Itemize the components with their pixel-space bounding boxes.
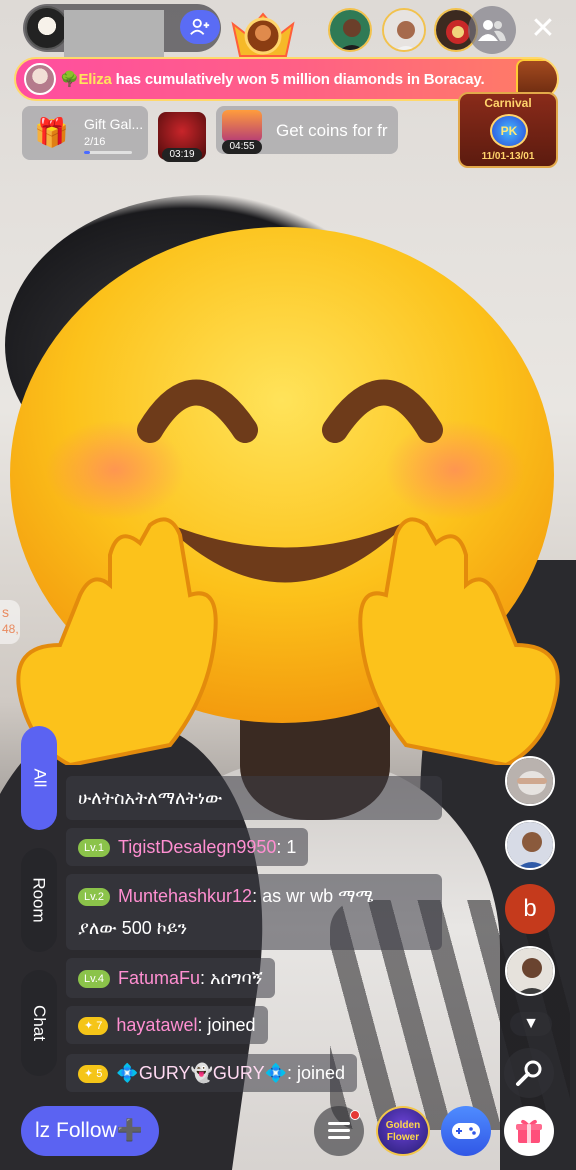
level-badge: Lv.2 — [78, 888, 110, 907]
mic-seat-avatar-1[interactable] — [505, 756, 555, 806]
host-name-redacted — [64, 10, 164, 58]
chat-message[interactable]: Lv.1 TigistDesalegn9950: 1 — [66, 828, 309, 866]
gift-gallery-count: 2/16 — [84, 136, 106, 148]
get-coins-text: Get coins for fr — [276, 121, 388, 140]
game-controller-button[interactable] — [441, 1106, 491, 1156]
chat-username[interactable]: TigistDesalegn9950 — [118, 837, 276, 857]
gift-gallery-title: Gift Gal... — [84, 116, 144, 132]
banner-avatar — [24, 63, 56, 95]
pk-badge-icon: PK — [490, 114, 528, 148]
vip-level-badge: ✦ 7 — [78, 1017, 109, 1036]
microphone-icon — [516, 1060, 542, 1086]
chat-message[interactable]: Lv.2 Muntehashkur12: as wr wb ማሜ ያለው 500 … — [66, 874, 442, 950]
add-person-icon — [190, 18, 210, 35]
chat-username[interactable]: Muntehashkur12 — [118, 886, 252, 906]
carnival-dates: 11/01-13/01 — [481, 151, 535, 162]
notification-dot — [350, 1110, 360, 1120]
menu-button[interactable] — [314, 1106, 364, 1156]
level-badge: Lv.4 — [78, 970, 110, 989]
viewer-avatar-2[interactable] — [382, 8, 426, 52]
mic-seat-avatar-3[interactable] — [505, 946, 555, 996]
chat-username[interactable]: 💠GURY👻GURY💠 — [116, 1063, 287, 1083]
viewer-avatar-1[interactable] — [328, 8, 372, 52]
gift-icon — [516, 1119, 542, 1143]
menu-icon — [328, 1122, 350, 1139]
gift-gallery-progress-fill — [84, 151, 90, 154]
banner-username: Eliza — [78, 71, 112, 88]
tree-icon: 🌳 — [60, 71, 79, 88]
chat-message-text: : joined — [197, 1015, 256, 1035]
follow-button[interactable]: lz Follow➕ — [21, 1106, 159, 1156]
chat-message-text-line2: ያለው 500 ኮይን — [78, 918, 188, 938]
host-avatar[interactable] — [25, 6, 69, 50]
gamepad-icon — [452, 1123, 480, 1139]
send-gift-button[interactable] — [504, 1106, 554, 1156]
chat-message[interactable]: ✦ 7 hayatawel: joined — [66, 1006, 268, 1044]
golden-label-1: Golden — [385, 1120, 421, 1131]
chat-username[interactable]: FatumaFu — [118, 968, 200, 988]
tab-all[interactable]: All — [21, 726, 57, 830]
get-coins-card[interactable]: 04:55 Get coins for fr — [216, 106, 398, 154]
chat-message-text: : አሰግባኝ — [200, 968, 263, 988]
golden-flower-game-button[interactable]: Golden Flower — [376, 1106, 430, 1156]
vip-level-number: 5 — [96, 1068, 103, 1081]
golden-label-2: Flower — [386, 1132, 420, 1143]
chat-message-text: : as wr wb ማሜ — [252, 886, 374, 906]
microphone-button[interactable] — [504, 1048, 554, 1098]
gift-box-icon: 🎁 — [34, 117, 69, 148]
follow-label: lz Follow — [35, 1119, 117, 1142]
coins-timer: 04:55 — [222, 140, 262, 154]
banner-text: 🌳Eliza has cumulatively won 5 million di… — [60, 70, 485, 88]
plus-icon: ➕ — [116, 1119, 143, 1142]
chat-message[interactable]: Lv.4 FatumaFu: አሰግባኝ — [66, 958, 275, 998]
tab-room-label: Room — [30, 877, 50, 923]
timed-chest-button[interactable]: 03:19 — [158, 112, 206, 162]
level-badge: Lv.1 — [78, 839, 110, 858]
smiling-face-emoji-overlay — [10, 227, 560, 765]
chat-message-text: : joined — [287, 1063, 346, 1083]
chat-message[interactable]: ሁለትስአትለማለትነው — [66, 776, 442, 820]
mic-seat-letter-avatar[interactable]: b — [505, 884, 555, 934]
gift-gallery-progress — [84, 151, 132, 154]
chat-message-text: ሁለትስአትለማለትነው — [78, 788, 223, 808]
viewers-list-button[interactable] — [468, 6, 516, 54]
gift-gallery-card[interactable]: 🎁 Gift Gal... 2/16 — [22, 106, 148, 160]
banner-message: has cumulatively won 5 million diamonds … — [111, 71, 485, 88]
tab-chat[interactable]: Chat — [21, 970, 57, 1076]
carnival-event-card[interactable]: Carnival PK 11/01-13/01 — [458, 92, 558, 168]
carnival-title: Carnival — [484, 96, 532, 110]
chat-message-text: : 1 — [276, 837, 297, 857]
tab-chat-label: Chat — [29, 1005, 49, 1041]
follow-host-button[interactable] — [180, 10, 220, 44]
coins-chest-icon — [222, 110, 262, 142]
timed-chest-timer: 03:19 — [162, 148, 202, 162]
chat-username[interactable]: hayatawel — [116, 1015, 197, 1035]
chevron-down-icon[interactable]: ▼ — [510, 1012, 552, 1036]
mic-seat-avatar-2[interactable] — [505, 820, 555, 870]
vip-level-badge: ✦ 5 — [78, 1065, 109, 1084]
close-icon[interactable]: ✕ — [528, 14, 558, 44]
tab-room[interactable]: Room — [21, 848, 57, 952]
vip-level-number: 7 — [96, 1020, 103, 1033]
chat-message[interactable]: ✦ 5 💠GURY👻GURY💠: joined — [66, 1054, 358, 1092]
people-icon — [478, 20, 506, 41]
tab-all-label: All — [30, 768, 49, 788]
